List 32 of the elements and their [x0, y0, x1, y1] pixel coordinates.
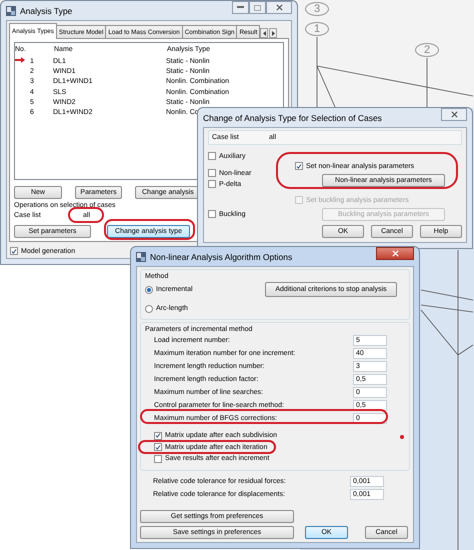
annotation-dot — [400, 435, 404, 439]
close-icon — [392, 250, 398, 257]
checkbox[interactable] — [295, 162, 303, 170]
axis-bubble: 3 — [305, 2, 329, 16]
app-icon — [6, 6, 16, 16]
scroll-right-button[interactable] — [269, 28, 278, 38]
close-icon — [450, 111, 458, 118]
app-icon — [136, 252, 146, 262]
radio-button[interactable] — [145, 304, 153, 312]
checkbox[interactable] — [154, 454, 162, 463]
checkbox[interactable] — [154, 443, 162, 452]
maximize-icon — [254, 4, 261, 10]
close-button[interactable] — [441, 108, 467, 121]
close-button[interactable] — [376, 247, 414, 260]
minimize-button[interactable] — [232, 1, 249, 14]
window-title: Analysis Type — [20, 6, 72, 16]
checkbox[interactable] — [208, 180, 216, 188]
right-arrow-icon — [272, 30, 275, 36]
axis-bubble: 2 — [415, 43, 439, 57]
radio-button[interactable] — [145, 286, 153, 294]
checkbox[interactable] — [10, 247, 18, 255]
axis-bubble: 1 — [305, 22, 329, 36]
close-icon — [276, 4, 282, 11]
close-button[interactable] — [266, 1, 292, 14]
window-title: Non-linear Analysis Algorithm Options — [150, 252, 292, 262]
checkbox[interactable] — [208, 210, 216, 218]
scroll-left-button[interactable] — [260, 28, 268, 38]
left-arrow-icon — [262, 30, 266, 36]
checkbox[interactable] — [208, 152, 216, 160]
minimize-icon — [237, 6, 244, 9]
checkbox[interactable] — [154, 432, 162, 440]
checkbox[interactable] — [208, 169, 216, 177]
